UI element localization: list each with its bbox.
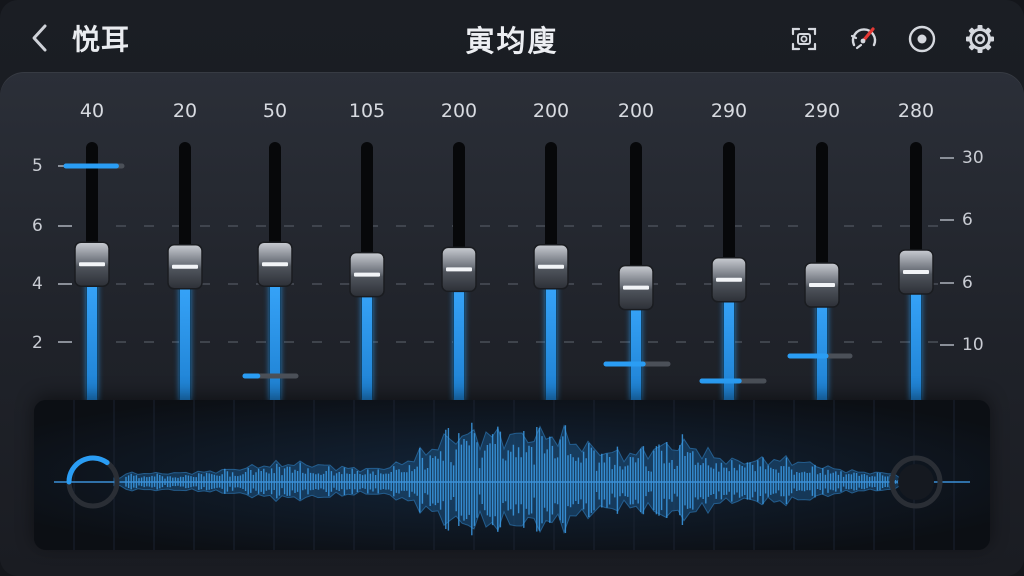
left-scale-label: 2 xyxy=(32,333,43,353)
band-value: 50 xyxy=(262,100,288,122)
band-slider[interactable] xyxy=(74,142,110,402)
band-slider[interactable] xyxy=(804,142,840,402)
back-button[interactable] xyxy=(26,22,54,54)
right-scale-label: 6 xyxy=(962,273,973,293)
equalizer-panel: 5 6 4 2 30 6 6 10 40 20 50 105 200 200 200 290 2… xyxy=(0,72,1024,576)
band-value: 290 xyxy=(803,100,841,122)
band-slider[interactable] xyxy=(257,142,293,402)
band-value: 200 xyxy=(617,100,655,122)
right-scale-label: 30 xyxy=(962,148,984,168)
band-value: 280 xyxy=(897,100,935,122)
waveform-graphics xyxy=(34,400,990,550)
band-slider[interactable] xyxy=(711,142,747,402)
band-slider[interactable] xyxy=(898,142,934,402)
gauge-icon xyxy=(850,27,877,50)
record-button[interactable] xyxy=(905,22,939,56)
right-scale-label: 6 xyxy=(962,210,973,230)
settings-button[interactable] xyxy=(963,22,997,56)
band-value: 200 xyxy=(532,100,570,122)
equalizer-graphics xyxy=(58,142,954,402)
band-value: 40 xyxy=(79,100,105,122)
band-value: 105 xyxy=(348,100,386,122)
band-slider[interactable] xyxy=(441,142,477,402)
left-scale-label: 6 xyxy=(32,216,43,236)
chevron-left-icon xyxy=(32,24,47,52)
band-slider[interactable] xyxy=(167,142,203,402)
app-title: 悦耳 xyxy=(72,23,131,56)
waveform-display xyxy=(34,400,990,550)
band-slider[interactable] xyxy=(349,142,385,402)
header-bar: 悦耳 寅均廋 xyxy=(0,0,1024,76)
gear-icon xyxy=(966,25,994,53)
screen-capture-button[interactable] xyxy=(787,22,821,56)
band-slider[interactable] xyxy=(533,142,569,402)
equalizer-bands: 5 6 4 2 30 6 6 10 40 20 50 105 200 200 200 290 2… xyxy=(0,72,1024,402)
right-scale-label: 10 xyxy=(962,335,984,355)
record-icon xyxy=(908,25,936,53)
equalizer-screen: 悦耳 寅均廋 5 6 4 2 30 6 6 10 40 20 50 105 20… xyxy=(0,0,1024,576)
right-level-dial[interactable] xyxy=(889,455,943,509)
gauge-button[interactable] xyxy=(847,22,881,56)
screen-capture-icon xyxy=(791,27,817,51)
left-scale-label: 4 xyxy=(32,274,43,294)
band-value: 20 xyxy=(172,100,198,122)
band-value: 290 xyxy=(710,100,748,122)
band-value: 200 xyxy=(440,100,478,122)
left-scale-label: 5 xyxy=(32,156,43,176)
